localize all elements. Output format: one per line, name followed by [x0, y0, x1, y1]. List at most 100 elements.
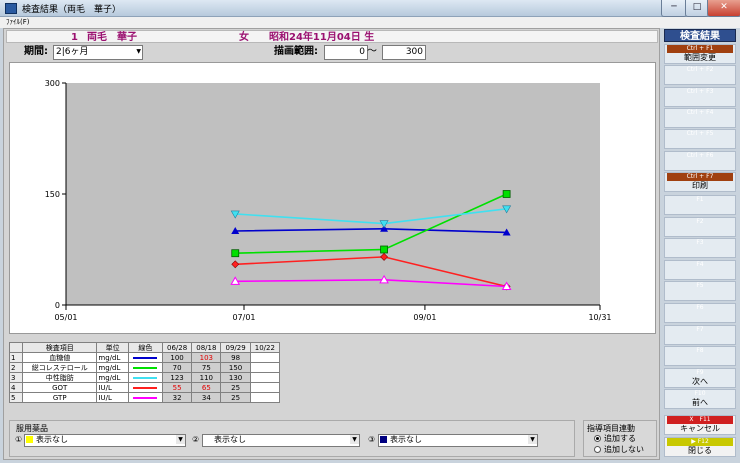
menu-file[interactable]: ﾌｧｲﾙ(F) — [6, 17, 30, 27]
period-value: 2|6ヶ月 — [56, 47, 89, 57]
f-key-label: F4 — [696, 260, 704, 268]
medicine-color-1 — [26, 436, 33, 443]
table-row[interactable]: 2 総コレステロール mg/dL 70 75 150 — [9, 362, 281, 373]
cancel-button[interactable]: X F11 キャンセル — [664, 415, 736, 435]
value-cell — [249, 382, 281, 393]
ctrl-f5-button[interactable]: Ctrl + F5 — [664, 129, 736, 150]
patient-number: 1 — [71, 32, 78, 43]
ctrl-f3-button[interactable]: Ctrl + F3 — [664, 86, 736, 107]
f4-button[interactable]: F4 — [664, 259, 736, 280]
value-cell: 100 — [161, 352, 193, 363]
ctrl-f1-button[interactable]: Ctrl + F1 範囲変更 — [664, 44, 736, 64]
table-header-cell: 10/22 — [249, 342, 281, 353]
value-cell: 98 — [220, 352, 251, 363]
table-header-cell: 06/28 — [161, 342, 193, 353]
guide-panel: 指導項目連動 追加する 追加しない — [583, 420, 657, 457]
f3-button[interactable]: F3 — [664, 238, 736, 259]
line-color-cell — [127, 352, 163, 363]
f-key-label: F1 — [696, 196, 704, 203]
close-key: ▶ F12 — [667, 438, 733, 446]
range-min-input[interactable]: 0 — [324, 45, 368, 60]
line-color-swatch — [133, 356, 158, 359]
ctrl-f7-button[interactable]: Ctrl + F7 印刷 — [664, 171, 736, 192]
f6-button[interactable]: F6 — [664, 303, 736, 323]
f-key-label: F6 — [696, 304, 704, 311]
ctrl-f4-button[interactable]: Ctrl + F4 — [664, 107, 736, 128]
item-name: 中性脂肪 — [21, 372, 98, 383]
guide-noadd-label: 追加しない — [604, 445, 644, 454]
table-header-cell: 検査項目 — [21, 342, 98, 353]
table-row[interactable]: 4 GOT IU/L 55 65 25 — [9, 382, 281, 393]
x-tick-label: 05/01 — [54, 313, 77, 322]
f9-button[interactable]: F9 次へ — [664, 367, 736, 388]
ctrl-f2-button[interactable]: Ctrl + F2 — [664, 65, 736, 86]
data-point — [502, 190, 511, 198]
table-header-cell: 08/18 — [191, 342, 222, 353]
range-separator: ～ — [367, 46, 377, 57]
value-cell: 123 — [161, 372, 193, 383]
ctrl-key-label: Ctrl + F6 — [686, 151, 714, 159]
value-cell: 25 — [220, 382, 251, 393]
ctrl-key-label: Ctrl + F4 — [686, 108, 714, 116]
chevron-down-icon: ▼ — [528, 435, 537, 444]
item-unit: mg/dL — [96, 362, 129, 373]
table-row[interactable]: 5 GTP IU/L 32 34 25 — [9, 392, 281, 403]
medicine-panel: 服用薬品 ① 表示なし ▼ ② 表示なし ▼ ③ 表示なし ▼ — [9, 420, 575, 457]
function-sidebar: 検査結果 Ctrl + F1 範囲変更 Ctrl + F2 Ctrl + F3 Ctrl… — [662, 28, 738, 460]
f7-button[interactable]: F7 — [664, 324, 736, 345]
period-select[interactable]: 2|6ヶ月 ▼ — [53, 45, 143, 60]
ctrl-button-caption: 印刷 — [692, 180, 708, 190]
f1-button[interactable]: F1 — [664, 195, 736, 215]
ctrl-f6-button[interactable]: Ctrl + F6 — [664, 150, 736, 171]
value-cell: 103 — [191, 352, 222, 363]
cancel-label: キャンセル — [680, 424, 720, 433]
close-window-button[interactable]: ▶ F12 閉じる — [664, 437, 736, 457]
medicine-select-3[interactable]: 表示なし ▼ — [378, 434, 538, 447]
table-header-cell: 09/29 — [220, 342, 251, 353]
value-cell — [249, 352, 281, 363]
minimize-button[interactable]: ─ — [661, 0, 687, 17]
value-cell: 110 — [191, 372, 222, 383]
close-label: 閉じる — [688, 446, 712, 455]
app-icon — [5, 3, 17, 14]
item-unit: mg/dL — [96, 372, 129, 383]
period-label: 期間: — [24, 46, 48, 57]
table-header-cell: 線色 — [127, 342, 163, 353]
medicine-select-1[interactable]: 表示なし ▼ — [24, 434, 186, 447]
patient-name: 両毛 華子 — [87, 32, 137, 43]
range-label: 描画範囲: — [274, 46, 318, 57]
value-cell: 34 — [191, 392, 222, 403]
f10-button[interactable]: F10 前へ — [664, 389, 736, 410]
table-row[interactable]: 1 血糖値 mg/dL 100 103 98 — [9, 352, 281, 363]
value-cell: 70 — [161, 362, 193, 373]
table-row[interactable]: 3 中性脂肪 mg/dL 123 110 130 — [9, 372, 281, 383]
line-color-swatch — [133, 376, 158, 379]
maximize-button[interactable]: □ — [685, 0, 709, 17]
guide-noadd-radio[interactable] — [594, 446, 601, 453]
close-button[interactable]: ✕ — [707, 0, 740, 17]
f-key-label: F3 — [696, 239, 704, 247]
value-cell — [249, 392, 281, 403]
patient-sex: 女 — [239, 32, 249, 43]
medicine-slot-1-num: ① — [15, 435, 23, 444]
y-tick-label: 150 — [45, 190, 60, 199]
f-key-label: F9 — [696, 368, 704, 376]
ctrl-key-label: Ctrl + F5 — [686, 130, 714, 138]
f5-button[interactable]: F5 — [664, 281, 736, 302]
f8-button[interactable]: F8 — [664, 346, 736, 367]
patient-bar: 1 両毛 華子 女 昭和24年11月04日 生 — [6, 30, 658, 43]
item-name: GTP — [21, 392, 98, 403]
lab-results-chart: 0 150 300 05/01 07/01 09/01 10/31 — [45, 79, 612, 322]
f-button-caption: 次へ — [692, 376, 708, 386]
medicine-label: 服用薬品 — [16, 424, 48, 433]
guide-add-label: 追加する — [604, 434, 636, 443]
medicine-select-2[interactable]: 表示なし ▼ — [202, 434, 360, 447]
range-max-input[interactable]: 300 — [382, 45, 426, 60]
window-title: 検査結果（両毛 華子） — [22, 5, 122, 15]
data-point — [231, 249, 240, 258]
item-unit: IU/L — [96, 382, 129, 393]
row-index: 3 — [9, 372, 23, 383]
item-name: 血糖値 — [21, 352, 98, 363]
guide-add-radio[interactable] — [594, 435, 601, 442]
f2-button[interactable]: F2 — [664, 216, 736, 237]
